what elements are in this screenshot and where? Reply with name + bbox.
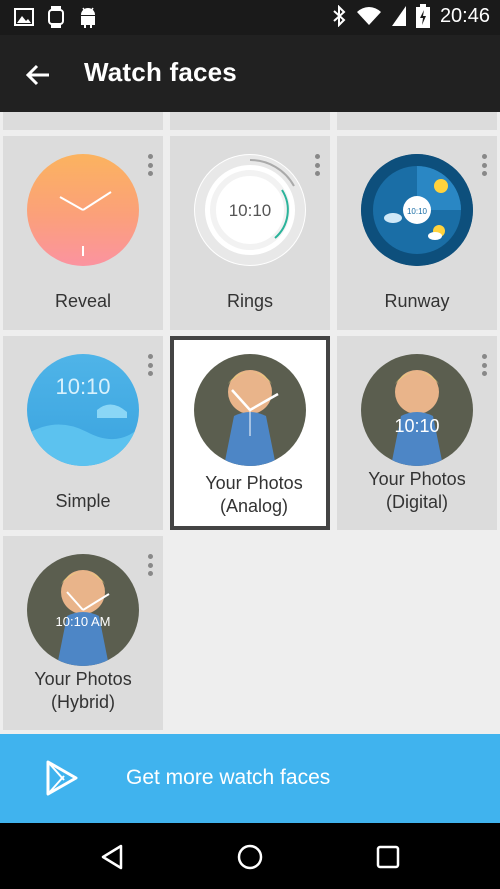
reveal-hands-icon — [59, 191, 112, 256]
nav-back-icon — [101, 844, 123, 870]
overflow-menu-icon[interactable] — [147, 154, 153, 176]
watch-face-tile-your-photos-digital[interactable]: 10:10 Your Photos (Digital) — [337, 336, 497, 530]
face-name: Simple — [55, 491, 111, 511]
navigation-bar — [0, 823, 500, 889]
page-title: Watch faces — [84, 57, 237, 87]
face-name-line2: (Digital) — [385, 492, 448, 512]
watch-face-tile-reveal[interactable]: Reveal — [3, 136, 163, 330]
clock: 20:46 — [439, 4, 490, 27]
photo-analog-face-preview — [194, 354, 306, 466]
nav-recents-icon — [376, 845, 400, 869]
simple-time-text: 10:10 — [55, 374, 110, 399]
overflow-menu-icon[interactable] — [147, 554, 153, 576]
nav-recents-button[interactable] — [372, 841, 404, 873]
back-button[interactable] — [20, 57, 56, 93]
face-name: Reveal — [54, 291, 112, 311]
face-name-line2: (Analog) — [219, 496, 289, 516]
face-name: Runway — [384, 291, 450, 311]
battery-charging-icon — [415, 4, 430, 28]
watch-face-tile-partial[interactable] — [170, 112, 330, 130]
runway-face-preview: 10:10 — [361, 154, 473, 266]
overflow-menu-icon[interactable] — [481, 354, 487, 376]
nav-home-button[interactable] — [234, 841, 266, 873]
watch-icon — [48, 6, 64, 28]
overflow-menu-icon[interactable] — [314, 154, 320, 176]
photo-digital-time-text: 10:10 — [394, 416, 439, 436]
watch-face-tile-rings[interactable]: 10:10 Rings — [170, 136, 330, 330]
face-name-line1: Your Photos — [368, 469, 466, 489]
simple-face-preview: 10:10 — [27, 354, 139, 466]
face-name: Rings — [226, 291, 274, 311]
app-bar: Watch faces — [0, 35, 500, 112]
bluetooth-icon — [333, 5, 346, 27]
rings-time-text: 10:10 — [229, 201, 272, 220]
nav-back-button[interactable] — [96, 841, 128, 873]
photo-hybrid-time-text: 10:10 AM — [56, 614, 111, 629]
face-name-line2: (Hybrid) — [50, 692, 115, 712]
face-name-line1: Your Photos — [34, 669, 132, 689]
play-store-icon — [46, 760, 78, 796]
watch-face-tile-simple[interactable]: 10:10 Simple — [3, 336, 163, 530]
watch-face-tile-your-photos-hybrid[interactable]: 10:10 AM Your Photos (Hybrid) — [3, 536, 163, 730]
cellular-icon — [391, 6, 406, 26]
face-name-line1: Your Photos — [205, 473, 303, 493]
watch-face-tile-runway[interactable]: 10:10 Runway — [337, 136, 497, 330]
cta-label: Get more watch faces — [126, 766, 331, 789]
overflow-menu-icon[interactable] — [147, 354, 153, 376]
wifi-icon — [356, 7, 381, 25]
rings-face-preview: 10:10 — [194, 154, 306, 266]
photo-hybrid-face-preview: 10:10 AM — [27, 554, 139, 666]
status-bar: 20:46 — [0, 0, 500, 35]
watch-face-tile-your-photos-analog[interactable]: Your Photos (Analog) — [170, 336, 330, 530]
watch-face-tile-partial[interactable] — [3, 112, 163, 130]
photo-digital-face-preview: 10:10 — [361, 354, 473, 466]
runway-time-text: 10:10 — [407, 207, 428, 216]
android-icon — [81, 7, 95, 28]
get-more-watch-faces-button[interactable]: Get more watch faces — [0, 734, 500, 823]
watch-face-grid[interactable]: Reveal 10:10 Rings 10:10 Runway 10:10 Si… — [0, 112, 500, 734]
reveal-face-preview — [27, 154, 139, 266]
arrow-back-icon — [25, 64, 49, 86]
nav-home-icon — [237, 844, 263, 870]
image-icon — [14, 8, 34, 26]
watch-face-tile-partial[interactable] — [337, 112, 497, 130]
overflow-menu-icon[interactable] — [481, 154, 487, 176]
